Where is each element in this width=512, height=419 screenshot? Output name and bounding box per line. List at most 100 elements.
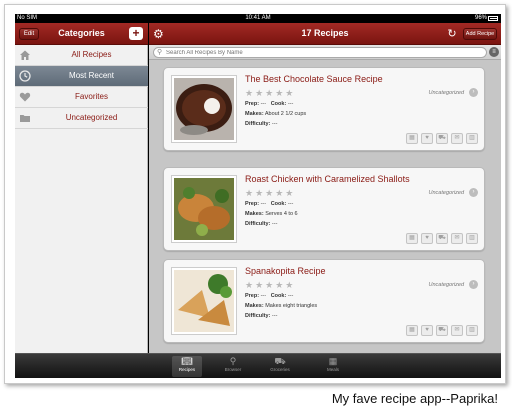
sidebar-item-all-recipes[interactable]: All Recipes [15, 45, 148, 66]
email-icon[interactable]: ✉ [451, 133, 463, 144]
magnifier-icon: ⚲ [229, 356, 237, 366]
tab-recipes[interactable]: 📖︎ Recipes [172, 356, 202, 377]
difficulty-label: Difficulty: [245, 313, 271, 319]
recipe-category: Uncategorized [428, 282, 464, 288]
difficulty-value: --- [271, 221, 278, 227]
status-time: 10:41 AM [245, 15, 271, 21]
email-icon[interactable]: ✉ [451, 325, 463, 336]
caption-text: My fave recipe app--Paprika! [331, 391, 498, 406]
search-field[interactable]: ⚲ [153, 47, 487, 58]
makes-label: Makes: [245, 111, 264, 117]
cart-icon[interactable]: ⛟ [436, 325, 448, 336]
cart-icon: ⛟ [274, 356, 286, 366]
category-icon[interactable]: › [469, 188, 478, 197]
recipe-title[interactable]: The Best Chocolate Sauce Recipe [245, 74, 383, 84]
cart-icon[interactable]: ⛟ [436, 133, 448, 144]
recipe-title[interactable]: Roast Chicken with Caramelized Shallots [245, 174, 410, 184]
calendar-icon[interactable]: ▦ [406, 325, 418, 336]
makes-label: Makes: [245, 211, 264, 217]
cook-value: --- [287, 101, 294, 107]
sidebar-item-uncategorized[interactable]: Uncategorized [15, 108, 148, 129]
trash-icon[interactable]: ▥ [466, 133, 478, 144]
prep-value: --- [260, 101, 267, 107]
makes-row: Makes: Serves 4 to 6 [245, 211, 298, 217]
add-category-button[interactable]: + [129, 27, 143, 40]
trash-icon[interactable]: ▥ [466, 325, 478, 336]
cart-icon[interactable]: ⛟ [436, 233, 448, 244]
add-recipe-button[interactable]: Add Recipe [463, 28, 497, 40]
makes-label: Makes: [245, 303, 264, 309]
trash-icon[interactable]: ▥ [466, 233, 478, 244]
tab-label: Browser [224, 367, 242, 372]
recipe-actions: ▦ ♥ ⛟ ✉ ▥ [406, 325, 478, 336]
makes-value: About 2 1/2 cups [264, 111, 307, 117]
difficulty-row: Difficulty: --- [245, 313, 277, 319]
recipe-category: Uncategorized [428, 90, 464, 96]
battery-icon [488, 16, 498, 21]
recipe-title[interactable]: Spanakopita Recipe [245, 266, 326, 276]
recipe-thumbnail [171, 175, 237, 243]
email-icon[interactable]: ✉ [451, 233, 463, 244]
calendar-icon[interactable]: ▦ [406, 233, 418, 244]
makes-value: Makes eight triangles [265, 303, 318, 309]
sidebar-item-label: Favorites [75, 92, 108, 101]
sidebar-item-label: All Recipes [71, 50, 112, 59]
heart-icon[interactable]: ♥ [421, 133, 433, 144]
makes-row: Makes: About 2 1/2 cups [245, 111, 306, 117]
heart-icon[interactable]: ♥ [421, 325, 433, 336]
chocolate-sauce-photo [174, 78, 234, 140]
recipe-thumbnail [171, 267, 237, 335]
category-icon[interactable]: › [469, 280, 478, 289]
prep-cook-row: Prep: --- Cook: --- [245, 293, 293, 299]
prep-cook-row: Prep: --- Cook: --- [245, 101, 293, 107]
tab-bar: 📖︎ Recipes ⚲ Browser ⛟ Groceries ▦ Meals [15, 353, 501, 378]
tab-label: Meals [326, 367, 339, 372]
cook-value: --- [287, 293, 294, 299]
list-options-icon[interactable]: ≡ [489, 47, 499, 57]
search-input[interactable] [166, 48, 466, 57]
sidebar-item-label: Uncategorized [65, 113, 118, 122]
prep-label: Prep: [245, 293, 260, 299]
makes-value: Serves 4 to 6 [265, 211, 298, 217]
home-icon [20, 50, 30, 60]
tab-meals[interactable]: ▦ Meals [318, 356, 348, 377]
tab-browser[interactable]: ⚲ Browser [218, 356, 248, 377]
main-header: ⚙ 17 Recipes ↻ Add Recipe [149, 23, 501, 45]
clock-icon [19, 70, 31, 82]
heart-icon[interactable]: ♥ [421, 233, 433, 244]
spanakopita-photo [174, 270, 234, 332]
rating-stars[interactable]: ★★★★★ [245, 188, 295, 199]
sidebar-item-label: Most Recent [69, 71, 114, 80]
prep-label: Prep: [245, 201, 260, 207]
calendar-icon[interactable]: ▦ [406, 133, 418, 144]
book-icon: 📖︎ [181, 356, 193, 366]
category-icon[interactable]: › [469, 88, 478, 97]
recipe-card[interactable]: Spanakopita Recipe ★★★★★ Uncategorized ›… [163, 259, 485, 343]
roast-chicken-photo [174, 178, 234, 240]
screenshot-frame: No SIM 10:41 AM 96% Edit Categories + Al… [4, 4, 506, 384]
prep-value: --- [260, 293, 267, 299]
search-icon: ⚲ [157, 49, 163, 56]
cook-label: Cook: [270, 101, 287, 107]
rating-stars[interactable]: ★★★★★ [245, 280, 295, 291]
rating-stars[interactable]: ★★★★★ [245, 88, 295, 99]
sidebar-item-most-recent[interactable]: Most Recent [15, 66, 148, 87]
difficulty-row: Difficulty: --- [245, 121, 277, 127]
prep-value: --- [260, 201, 267, 207]
cook-label: Cook: [270, 201, 287, 207]
difficulty-label: Difficulty: [245, 221, 271, 227]
prep-label: Prep: [245, 101, 260, 107]
difficulty-value: --- [271, 121, 278, 127]
sidebar-item-favorites[interactable]: Favorites [15, 87, 148, 108]
difficulty-label: Difficulty: [245, 121, 271, 127]
recipe-card[interactable]: Roast Chicken with Caramelized Shallots … [163, 167, 485, 251]
recipe-card[interactable]: The Best Chocolate Sauce Recipe ★★★★★ Un… [163, 67, 485, 151]
status-bar: No SIM 10:41 AM 96% [15, 14, 501, 23]
difficulty-row: Difficulty: --- [245, 221, 277, 227]
ipad-screen: No SIM 10:41 AM 96% Edit Categories + Al… [15, 14, 501, 378]
tab-label: Recipes [178, 367, 196, 372]
tab-groceries[interactable]: ⛟ Groceries [265, 356, 295, 377]
recipe-list-pane: ⚙ 17 Recipes ↻ Add Recipe ⚲ ≡ [149, 23, 501, 353]
refresh-icon[interactable]: ↻ [445, 27, 459, 41]
heart-icon [19, 92, 31, 102]
